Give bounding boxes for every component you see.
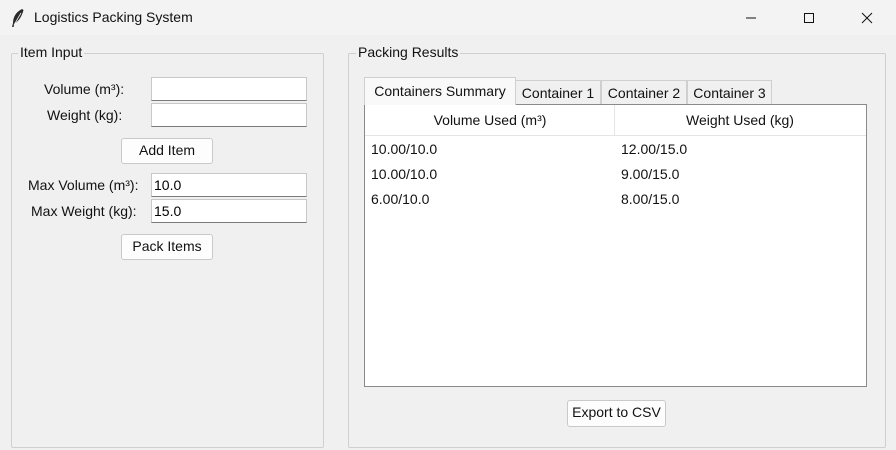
table-row[interactable]: 10.00/10.0 12.00/15.0 <box>365 137 866 162</box>
cell-volume: 6.00/10.0 <box>371 191 430 207</box>
maximize-icon <box>804 12 814 23</box>
cell-weight: 9.00/15.0 <box>621 166 680 182</box>
max-volume-input[interactable] <box>151 173 307 197</box>
max-volume-label: Max Volume (m³): <box>28 177 139 193</box>
table-header: Volume Used (m³) Weight Used (kg) <box>365 105 866 136</box>
weight-input[interactable] <box>151 103 307 127</box>
table-row[interactable]: 10.00/10.0 9.00/15.0 <box>365 162 866 187</box>
minimize-icon <box>746 17 756 18</box>
item-input-frame-label: Item Input <box>18 44 85 60</box>
column-header-volume[interactable]: Volume Used (m³) <box>365 112 615 128</box>
table-row[interactable]: 6.00/10.0 8.00/15.0 <box>365 187 866 212</box>
cell-volume: 10.00/10.0 <box>371 166 438 182</box>
app-window: Logistics Packing System Item Input Volu… <box>0 0 896 450</box>
pack-items-button[interactable]: Pack Items <box>121 234 213 260</box>
cell-volume: 10.00/10.0 <box>371 141 438 157</box>
feather-icon <box>10 8 26 28</box>
title-bar: Logistics Packing System <box>0 0 896 35</box>
minimize-button[interactable] <box>722 0 780 35</box>
tab-container-2[interactable]: Container 2 <box>601 80 687 105</box>
cell-weight: 8.00/15.0 <box>621 191 680 207</box>
cell-weight: 12.00/15.0 <box>621 141 688 157</box>
add-item-button[interactable]: Add Item <box>121 138 213 164</box>
volume-input[interactable] <box>151 77 307 101</box>
max-weight-label: Max Weight (kg): <box>31 203 137 219</box>
containers-summary-table[interactable]: Volume Used (m³) Weight Used (kg) 10.00/… <box>364 104 867 387</box>
tab-container-1[interactable]: Container 1 <box>515 80 601 105</box>
packing-results-frame-label: Packing Results <box>356 44 461 60</box>
weight-label: Weight (kg): <box>47 107 123 123</box>
export-csv-button[interactable]: Export to CSV <box>567 400 666 427</box>
close-button[interactable] <box>838 0 896 35</box>
max-weight-input[interactable] <box>151 199 307 223</box>
window-title: Logistics Packing System <box>34 9 193 25</box>
close-icon <box>861 12 873 23</box>
tab-container-3[interactable]: Container 3 <box>687 80 772 105</box>
tab-containers-summary[interactable]: Containers Summary <box>364 77 516 105</box>
maximize-button[interactable] <box>780 0 838 35</box>
volume-label: Volume (m³): <box>44 81 125 97</box>
column-header-weight[interactable]: Weight Used (kg) <box>615 112 865 128</box>
